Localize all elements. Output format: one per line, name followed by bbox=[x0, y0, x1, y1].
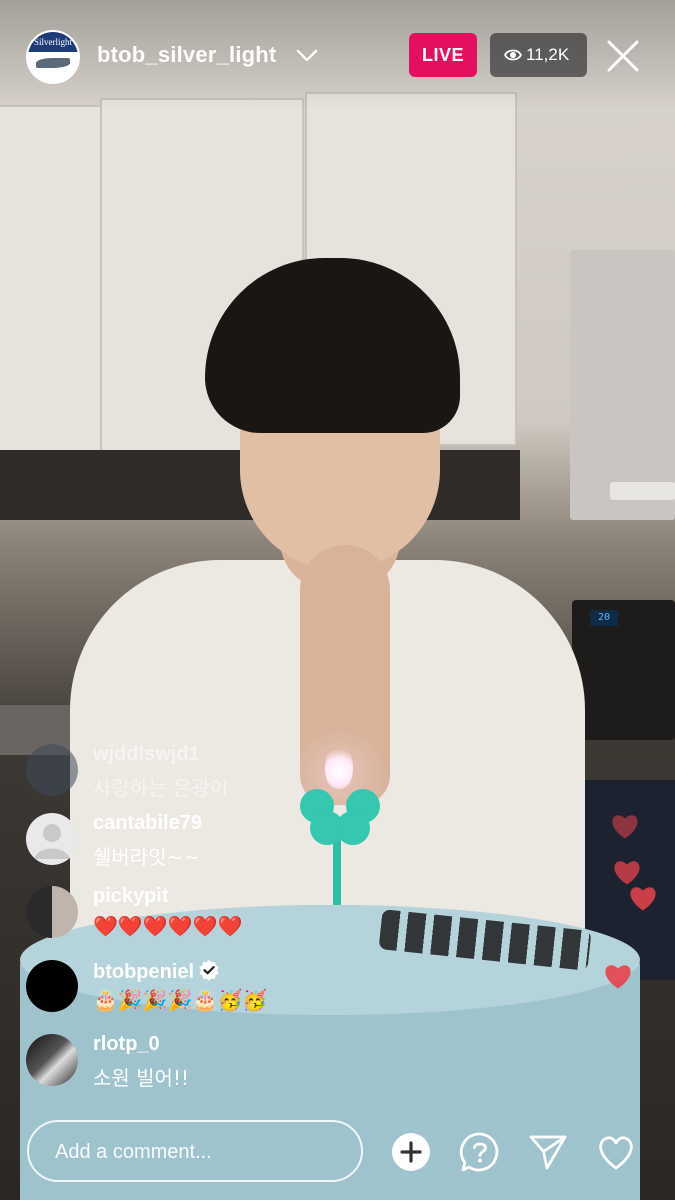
avatar[interactable] bbox=[26, 744, 78, 796]
comment-username[interactable]: cantabile79 bbox=[93, 812, 202, 835]
comment-username[interactable]: pickypit bbox=[93, 885, 169, 908]
comment-text: 소원 빌어!! bbox=[93, 1066, 189, 1090]
comment-text: 사랑하는 은광이 bbox=[93, 776, 229, 800]
heart-icon bbox=[605, 965, 631, 989]
comment-username[interactable]: wjddlswjd1 bbox=[93, 743, 200, 766]
send-icon[interactable] bbox=[527, 1131, 569, 1173]
chevron-down-icon[interactable] bbox=[296, 44, 318, 66]
eye-icon bbox=[504, 49, 522, 61]
comment-input-box[interactable] bbox=[27, 1120, 363, 1182]
heart-icon bbox=[630, 887, 656, 911]
live-header: Silverlight btob_silver_light LIVE 11,2K bbox=[0, 0, 675, 110]
comment-text: 쉘버라잇~~ bbox=[93, 845, 201, 869]
comment-username-text: btobpeniel bbox=[93, 961, 195, 983]
comment-input[interactable] bbox=[53, 1136, 347, 1168]
viewer-count: 11,2K bbox=[526, 45, 570, 64]
bird-logo-icon bbox=[36, 58, 70, 68]
avatar[interactable] bbox=[26, 960, 78, 1012]
comment-text: 🎂🎉🎉🎉🎂🥳🥳 bbox=[93, 988, 268, 1012]
heart-icon bbox=[614, 861, 640, 885]
host-avatar-logo-text: Silverlight bbox=[28, 32, 78, 52]
live-badge: LIVE bbox=[409, 33, 477, 77]
question-bubble-icon[interactable] bbox=[459, 1131, 501, 1173]
avatar[interactable] bbox=[26, 813, 78, 865]
avatar[interactable] bbox=[26, 1034, 78, 1086]
oven-display: 20 bbox=[590, 610, 618, 626]
close-icon[interactable] bbox=[606, 39, 640, 73]
comment-text: ❤️❤️❤️❤️❤️❤️ bbox=[93, 914, 243, 938]
oven: 20 bbox=[572, 600, 675, 740]
live-video-frame: 20 bbox=[0, 0, 675, 1200]
host-username[interactable]: btob_silver_light bbox=[97, 42, 276, 68]
candle-flame bbox=[325, 745, 353, 789]
verified-icon bbox=[199, 960, 219, 981]
plus-circle-icon[interactable] bbox=[390, 1131, 432, 1173]
viewer-count-badge[interactable]: 11,2K bbox=[490, 33, 587, 77]
comment-username[interactable]: rlotp_0 bbox=[93, 1033, 160, 1056]
heart-icon bbox=[612, 815, 638, 839]
heart-icon[interactable] bbox=[595, 1131, 637, 1173]
kitchen-cabinet bbox=[0, 105, 102, 454]
live-footer bbox=[0, 1100, 675, 1200]
refrigerator bbox=[570, 250, 675, 520]
comment-username[interactable]: btobpeniel bbox=[93, 959, 220, 984]
host-avatar[interactable]: Silverlight bbox=[26, 30, 80, 84]
avatar[interactable] bbox=[26, 886, 78, 938]
default-avatar-icon bbox=[34, 824, 70, 859]
